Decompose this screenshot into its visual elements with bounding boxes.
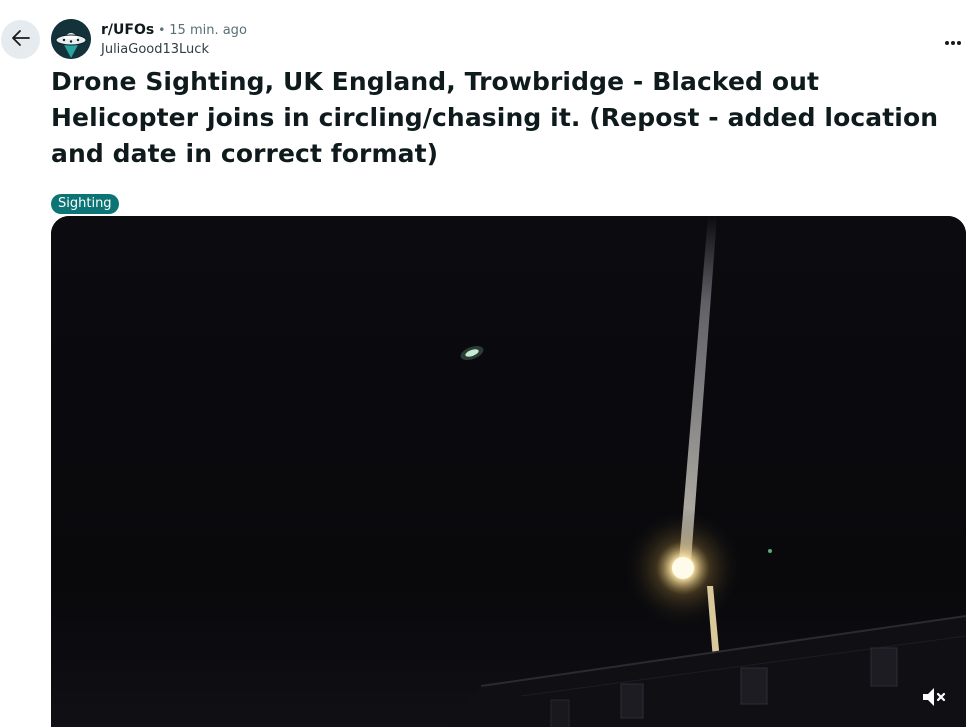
meta-separator: • xyxy=(158,23,166,37)
more-options-button[interactable] xyxy=(941,28,965,52)
ellipsis-icon xyxy=(944,31,962,50)
arrow-left-icon xyxy=(10,27,32,53)
back-button[interactable] xyxy=(1,20,40,59)
ufo-avatar-icon xyxy=(51,19,91,59)
post-time: 15 min. ago xyxy=(169,23,247,38)
video-player[interactable] xyxy=(51,216,966,727)
author-link[interactable]: JuliaGood13Luck xyxy=(101,40,247,59)
subreddit-link[interactable]: r/UFOs xyxy=(101,21,154,40)
volume-muted-icon xyxy=(921,685,947,709)
post-flair[interactable]: Sighting xyxy=(51,194,119,214)
post-page: r/UFOs • 15 min. ago JuliaGood13Luck Dro… xyxy=(0,0,973,727)
subreddit-avatar[interactable] xyxy=(51,19,91,59)
post-title: Drone Sighting, UK England, Trowbridge -… xyxy=(51,67,939,168)
post-meta: r/UFOs • 15 min. ago JuliaGood13Luck xyxy=(101,21,247,59)
video-frame xyxy=(51,216,966,727)
mute-button[interactable] xyxy=(920,683,948,711)
